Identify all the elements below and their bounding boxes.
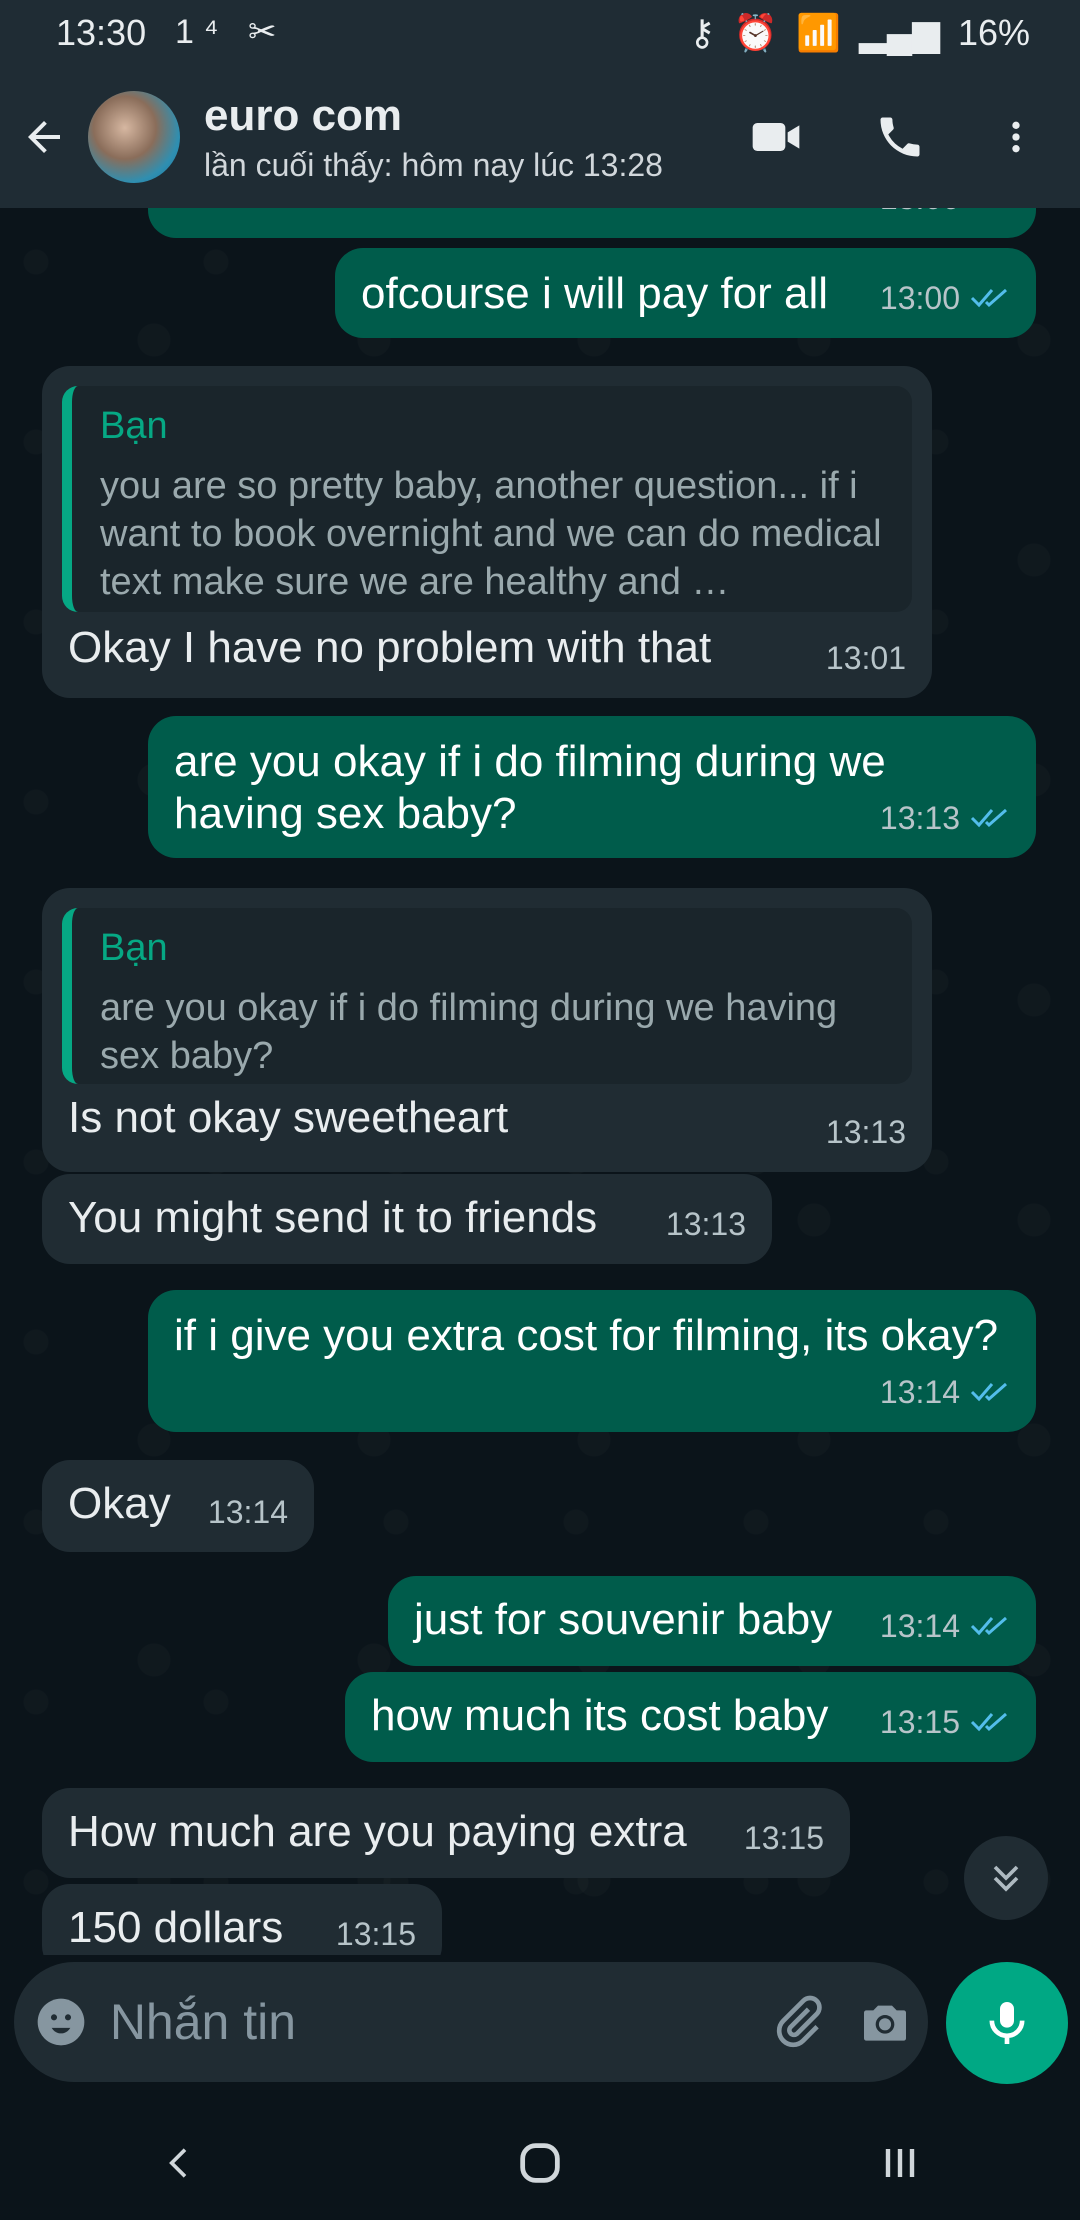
key-icon: ⚷ (689, 12, 716, 53)
message-text: Okay (68, 1479, 171, 1528)
mic-icon (989, 2002, 1025, 2044)
message-meta: 13:14 (880, 1600, 1010, 1652)
message-meta: 13:01 (825, 640, 906, 676)
message-incoming-reply[interactable]: Bạn are you okay if i do filming during … (42, 888, 932, 1172)
status-right: ⚷ ⏰ 📶 ▂▄▆ 16% (689, 12, 1030, 54)
message-meta: 13:15 (743, 1820, 824, 1856)
video-call-icon[interactable] (748, 109, 804, 165)
chat-header: euro com lần cuối thấy: hôm nay lúc 13:2… (0, 66, 1080, 208)
message-text: if i give you extra cost for filming, it… (174, 1311, 999, 1360)
double-check-icon (970, 208, 1010, 210)
message-text: 150 dollars (68, 1903, 284, 1952)
quoted-sender: Bạn (100, 927, 168, 969)
camera-button[interactable] (841, 1962, 928, 2082)
signal-icon: ▂▄▆ (859, 12, 940, 53)
message-text: ofcourse i will pay for all (361, 269, 829, 318)
back-arrow-icon (28, 121, 60, 153)
message-meta: 13:13 (825, 1114, 906, 1150)
contact-info[interactable]: euro com lần cuối thấy: hôm nay lúc 13:2… (204, 91, 748, 184)
message-text: Okay I have no problem with that (68, 623, 712, 672)
message-meta: 13:14 (207, 1494, 288, 1530)
wifi-icon: 📶 (796, 12, 842, 53)
quoted-sender: Bạn (100, 405, 168, 447)
quoted-text: you are so pretty baby, another question… (100, 465, 882, 603)
message-meta: 13:15 (880, 1696, 1010, 1748)
battery-percent: 16% (957, 12, 1030, 53)
scroll-down-icon (993, 1865, 1019, 1892)
more-vert-icon[interactable] (996, 111, 1036, 163)
message-text: Is not okay sweetheart (68, 1093, 509, 1142)
back-button[interactable] (0, 66, 88, 208)
last-seen: lần cuối thấy: hôm nay lúc 13:28 (204, 146, 663, 183)
message-meta: 13:15 (335, 1916, 416, 1952)
message-incoming[interactable]: Okay 13:14 (42, 1460, 314, 1552)
scroll-down-button[interactable] (964, 1836, 1048, 1920)
double-check-icon (970, 1616, 1007, 1636)
message-input[interactable] (107, 1961, 755, 2083)
message-meta: 13:00 (880, 208, 1010, 224)
attach-icon (776, 1995, 822, 2048)
nav-recents-icon (885, 2149, 915, 2177)
message-outgoing[interactable]: ofcourse i will pay for all 13:00 (335, 248, 1036, 338)
message-outgoing[interactable]: how much its cost baby 13:15 (345, 1672, 1036, 1762)
chat-messages[interactable]: 13:00 ofcourse i will pay for all 13:00 … (0, 208, 1080, 1955)
emoji-icon (37, 1998, 85, 2046)
message-outgoing[interactable]: if i give you extra cost for filming, it… (148, 1290, 1036, 1432)
message-meta: 13:13 (880, 792, 1010, 844)
system-nav-bar (0, 2106, 1080, 2220)
quoted-message[interactable]: Bạn you are so pretty baby, another ques… (62, 386, 912, 612)
attach-button[interactable] (755, 1962, 842, 2082)
message-text: are you okay if i do filming during we h… (174, 737, 886, 838)
message-incoming[interactable]: 150 dollars 13:15 (42, 1884, 442, 1955)
double-check-icon (970, 288, 1007, 308)
contact-name: euro com (204, 90, 403, 140)
status-extra: 1⁴ (175, 13, 229, 51)
message-composer (14, 1961, 928, 2083)
avatar[interactable] (88, 91, 180, 183)
message-text: How much are you paying extra (68, 1807, 687, 1856)
message-incoming[interactable]: How much are you paying extra 13:15 (42, 1788, 850, 1878)
alarm-icon: ⏰ (733, 12, 779, 53)
message-meta: 13:00 (880, 272, 1010, 324)
status-small-icons: 1⁴ ✂ (175, 12, 286, 52)
message-text: how much its cost baby (371, 1691, 829, 1740)
message-text: just for souvenir baby (414, 1595, 833, 1644)
quoted-message[interactable]: Bạn are you okay if i do filming during … (62, 908, 912, 1084)
message-outgoing[interactable]: are you okay if i do filming during we h… (148, 716, 1036, 858)
message-incoming-reply[interactable]: Bạn you are so pretty baby, another ques… (42, 366, 932, 698)
camera-icon (863, 2005, 906, 2041)
nav-home-icon (520, 2143, 560, 2183)
emoji-button[interactable] (14, 1962, 108, 2082)
nav-home-button[interactable] (480, 2106, 600, 2220)
status-bar: 13:30 1⁴ ✂ ⚷ ⏰ 📶 ▂▄▆ 16% (0, 0, 1080, 66)
message-outgoing[interactable]: just for souvenir baby 13:14 (388, 1576, 1036, 1666)
double-check-icon (970, 808, 1007, 828)
quoted-text: are you okay if i do filming during we h… (100, 987, 838, 1077)
nav-back-button[interactable] (120, 2106, 240, 2220)
message-outgoing[interactable]: 13:00 (148, 208, 1036, 238)
message-text: You might send it to friends (68, 1193, 598, 1242)
message-meta: 13:13 (665, 1206, 746, 1242)
double-check-icon (970, 1382, 1007, 1402)
phone-icon[interactable] (874, 111, 926, 163)
header-actions (748, 109, 1036, 165)
nav-back-icon (169, 2148, 187, 2178)
message-meta: 13:14 (880, 1366, 1010, 1418)
status-time: 13:30 (56, 12, 147, 53)
voice-record-button[interactable] (946, 1962, 1068, 2084)
message-incoming[interactable]: You might send it to friends 13:13 (42, 1174, 772, 1264)
nav-recents-button[interactable] (840, 2106, 960, 2220)
double-check-icon (970, 1712, 1007, 1732)
silent-icon: ✂ (247, 13, 287, 51)
